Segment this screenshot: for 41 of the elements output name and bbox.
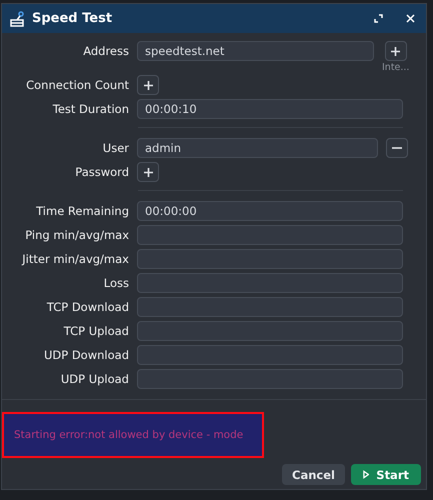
maximize-icon xyxy=(374,14,382,23)
minus-icon xyxy=(392,147,402,149)
input-field[interactable]: admin xyxy=(137,138,378,158)
error-message: Starting error:not allowed by device - mode xyxy=(2,412,264,458)
input-field[interactable]: speedtest.net xyxy=(137,41,374,61)
play-icon xyxy=(363,470,370,479)
antenna-icon xyxy=(8,10,26,26)
input-field[interactable] xyxy=(137,225,403,245)
field-label: Time Remaining xyxy=(35,203,129,220)
input-field[interactable] xyxy=(137,273,403,293)
field-label: Address xyxy=(82,43,129,60)
input-field[interactable] xyxy=(137,345,403,365)
field-label: TCP Download xyxy=(46,299,129,316)
plus-icon xyxy=(144,80,152,90)
remove-button[interactable] xyxy=(386,138,408,158)
field-label: UDP Upload xyxy=(60,371,129,388)
input-field[interactable] xyxy=(137,249,403,269)
window-title: Speed Test xyxy=(32,11,114,26)
input-field[interactable] xyxy=(137,297,403,317)
add-button[interactable] xyxy=(137,162,159,182)
field-label: Test Duration xyxy=(52,101,129,118)
hint-text: Inte... xyxy=(382,62,410,73)
add-button[interactable] xyxy=(137,75,159,95)
field-label: Connection Count xyxy=(25,77,129,94)
field-label: Ping min/avg/max xyxy=(24,227,129,244)
field-label: TCP Upload xyxy=(62,323,129,340)
add-button[interactable] xyxy=(384,41,407,61)
input-field[interactable] xyxy=(137,369,403,389)
field-label: Loss xyxy=(102,275,129,292)
input-field[interactable]: 00:00:00 xyxy=(137,201,403,221)
plus-icon xyxy=(144,168,152,176)
input-field[interactable] xyxy=(137,321,403,341)
field-label: UDP Download xyxy=(42,347,129,364)
field-label: User xyxy=(102,140,129,157)
field-label: Jitter min/avg/max xyxy=(20,251,129,268)
cancel-button[interactable]: Cancel xyxy=(282,464,345,485)
input-field[interactable]: 00:00:10 xyxy=(137,99,403,119)
close-icon xyxy=(406,14,414,23)
start-button[interactable]: Start xyxy=(351,464,421,485)
field-label: Password xyxy=(74,164,129,181)
plus-icon xyxy=(391,46,400,56)
